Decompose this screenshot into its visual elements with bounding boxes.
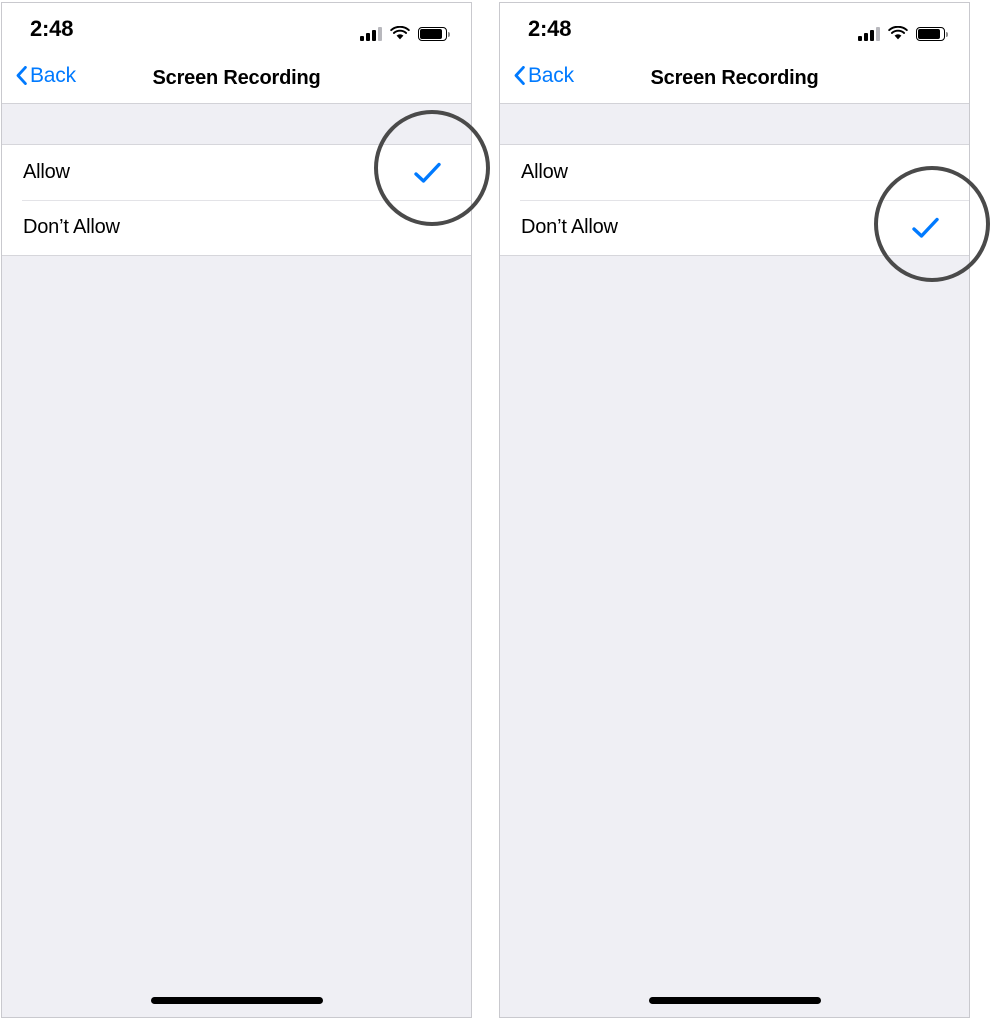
list-item-allow[interactable]: Allow (2, 145, 471, 200)
status-bar: 2:48 (500, 3, 969, 57)
phone-screen-allow: 2:48 Back Screen Recording Allow Don’t A… (1, 2, 472, 1018)
navigation-bar: Back Screen Recording (500, 57, 969, 104)
options-list: Allow Don’t Allow (500, 145, 969, 256)
phone-screen-dont-allow: 2:48 Back Screen Recording Allow Don’t A… (499, 2, 970, 1018)
list-item-label: Allow (23, 161, 70, 183)
home-indicator (150, 997, 323, 1004)
page-title: Screen Recording (650, 67, 819, 89)
comparison-screenshot: 2:48 Back Screen Recording Allow Don’t A… (0, 0, 1000, 1020)
content-area: Allow Don’t Allow (500, 104, 969, 1017)
battery-full-icon (418, 27, 450, 41)
home-indicator (648, 997, 821, 1004)
content-area: Allow Don’t Allow (2, 104, 471, 1017)
wifi-icon (390, 26, 410, 40)
section-header-spacer (2, 104, 471, 145)
battery-full-icon (916, 27, 948, 41)
wifi-icon (888, 26, 908, 40)
list-item-label: Don’t Allow (521, 216, 618, 238)
status-bar: 2:48 (2, 3, 471, 57)
status-icons (360, 20, 450, 41)
status-time: 2:48 (30, 16, 74, 41)
status-icons (858, 20, 948, 41)
cellular-signal-icon (360, 26, 382, 41)
cellular-signal-icon (858, 26, 880, 41)
section-header-spacer (500, 104, 969, 145)
list-item-dont-allow[interactable]: Don’t Allow (2, 200, 471, 255)
navigation-bar: Back Screen Recording (2, 57, 471, 104)
checkmark-icon (912, 217, 939, 238)
list-item-label: Allow (521, 161, 568, 183)
options-list: Allow Don’t Allow (2, 145, 471, 256)
list-item-label: Don’t Allow (23, 216, 120, 238)
status-time: 2:48 (528, 16, 572, 41)
page-title: Screen Recording (152, 67, 321, 89)
checkmark-icon (414, 162, 441, 183)
list-item-allow[interactable]: Allow (500, 145, 969, 200)
list-item-dont-allow[interactable]: Don’t Allow (500, 200, 969, 255)
